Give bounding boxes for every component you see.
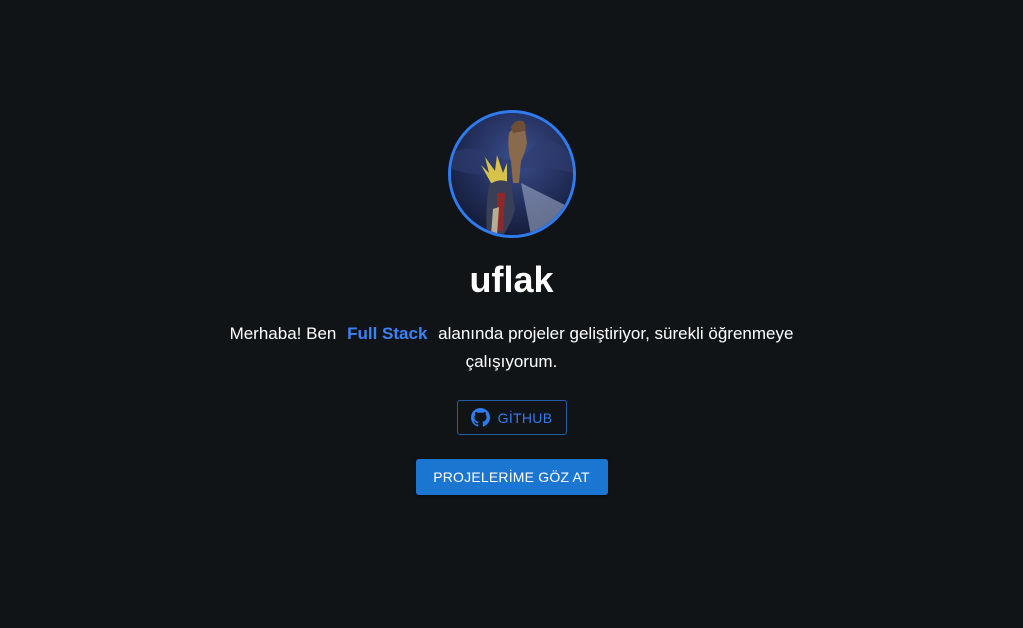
profile-name: uflak [469, 259, 554, 300]
page: uflak Merhaba! Ben Full Stack alanında p… [0, 0, 1023, 628]
view-projects-button-label: PROJELERİME GÖZ AT [433, 469, 590, 485]
github-icon [470, 408, 490, 427]
bio-highlight: Full Stack [347, 324, 428, 343]
avatar-image [450, 113, 573, 235]
bio-text-end: alanında projeler geliştiriyor, sürekli … [438, 324, 794, 371]
profile-avatar [447, 110, 576, 238]
github-button-label: GİTHUB [497, 409, 553, 426]
github-button[interactable]: GİTHUB [456, 400, 567, 435]
bio-text-start: Merhaba! Ben [229, 324, 337, 343]
view-projects-button[interactable]: PROJELERİME GÖZ AT [415, 459, 608, 495]
profile-bio: Merhaba! Ben Full Stack alanında projele… [202, 320, 822, 376]
hero-section: uflak Merhaba! Ben Full Stack alanında p… [0, 0, 1023, 495]
